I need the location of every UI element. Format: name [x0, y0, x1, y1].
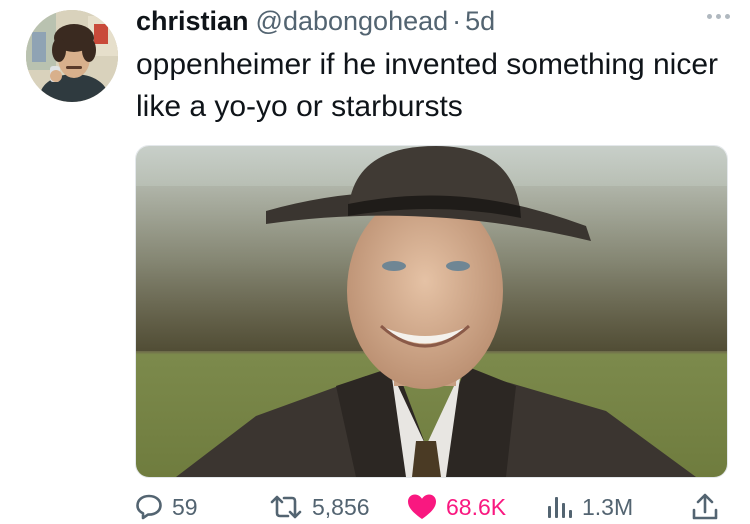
like-count: 68.6K	[446, 493, 507, 520]
media-image	[136, 146, 727, 477]
more-dot	[707, 14, 712, 19]
share-icon	[692, 493, 718, 520]
heart-icon	[408, 494, 436, 519]
retweet-count: 5,856	[312, 493, 370, 520]
tweet-media[interactable]	[135, 145, 728, 478]
tweet-header: christian @dabongohead · 5d	[136, 6, 495, 36]
reply-count: 59	[172, 493, 198, 520]
retweet-icon	[270, 495, 302, 519]
timestamp[interactable]: 5d	[465, 6, 495, 37]
share-button[interactable]	[690, 490, 720, 524]
separator-dot: ·	[452, 6, 462, 36]
views-count: 1.3M	[582, 493, 634, 520]
reply-button[interactable]: 59	[134, 490, 198, 524]
views-chart-icon	[548, 497, 572, 518]
reply-icon	[136, 494, 162, 520]
more-dot	[716, 14, 721, 19]
tweet-text: oppenheimer if he invented something nic…	[136, 48, 719, 123]
author-handle[interactable]: @dabongohead	[256, 6, 449, 37]
like-button[interactable]: 68.6K	[406, 490, 506, 524]
views-button[interactable]: 1.3M	[544, 490, 633, 524]
retweet-button[interactable]: 5,856	[268, 490, 370, 524]
action-bar: 59 5,856 68.6K 1.3M	[134, 490, 726, 524]
avatar-image	[26, 10, 118, 102]
more-options-icon[interactable]	[707, 14, 730, 19]
avatar[interactable]	[26, 10, 118, 102]
tweet: christian @dabongohead · 5d oppenheimer …	[0, 0, 750, 524]
more-dot	[725, 14, 730, 19]
author-name[interactable]: christian	[136, 6, 249, 37]
